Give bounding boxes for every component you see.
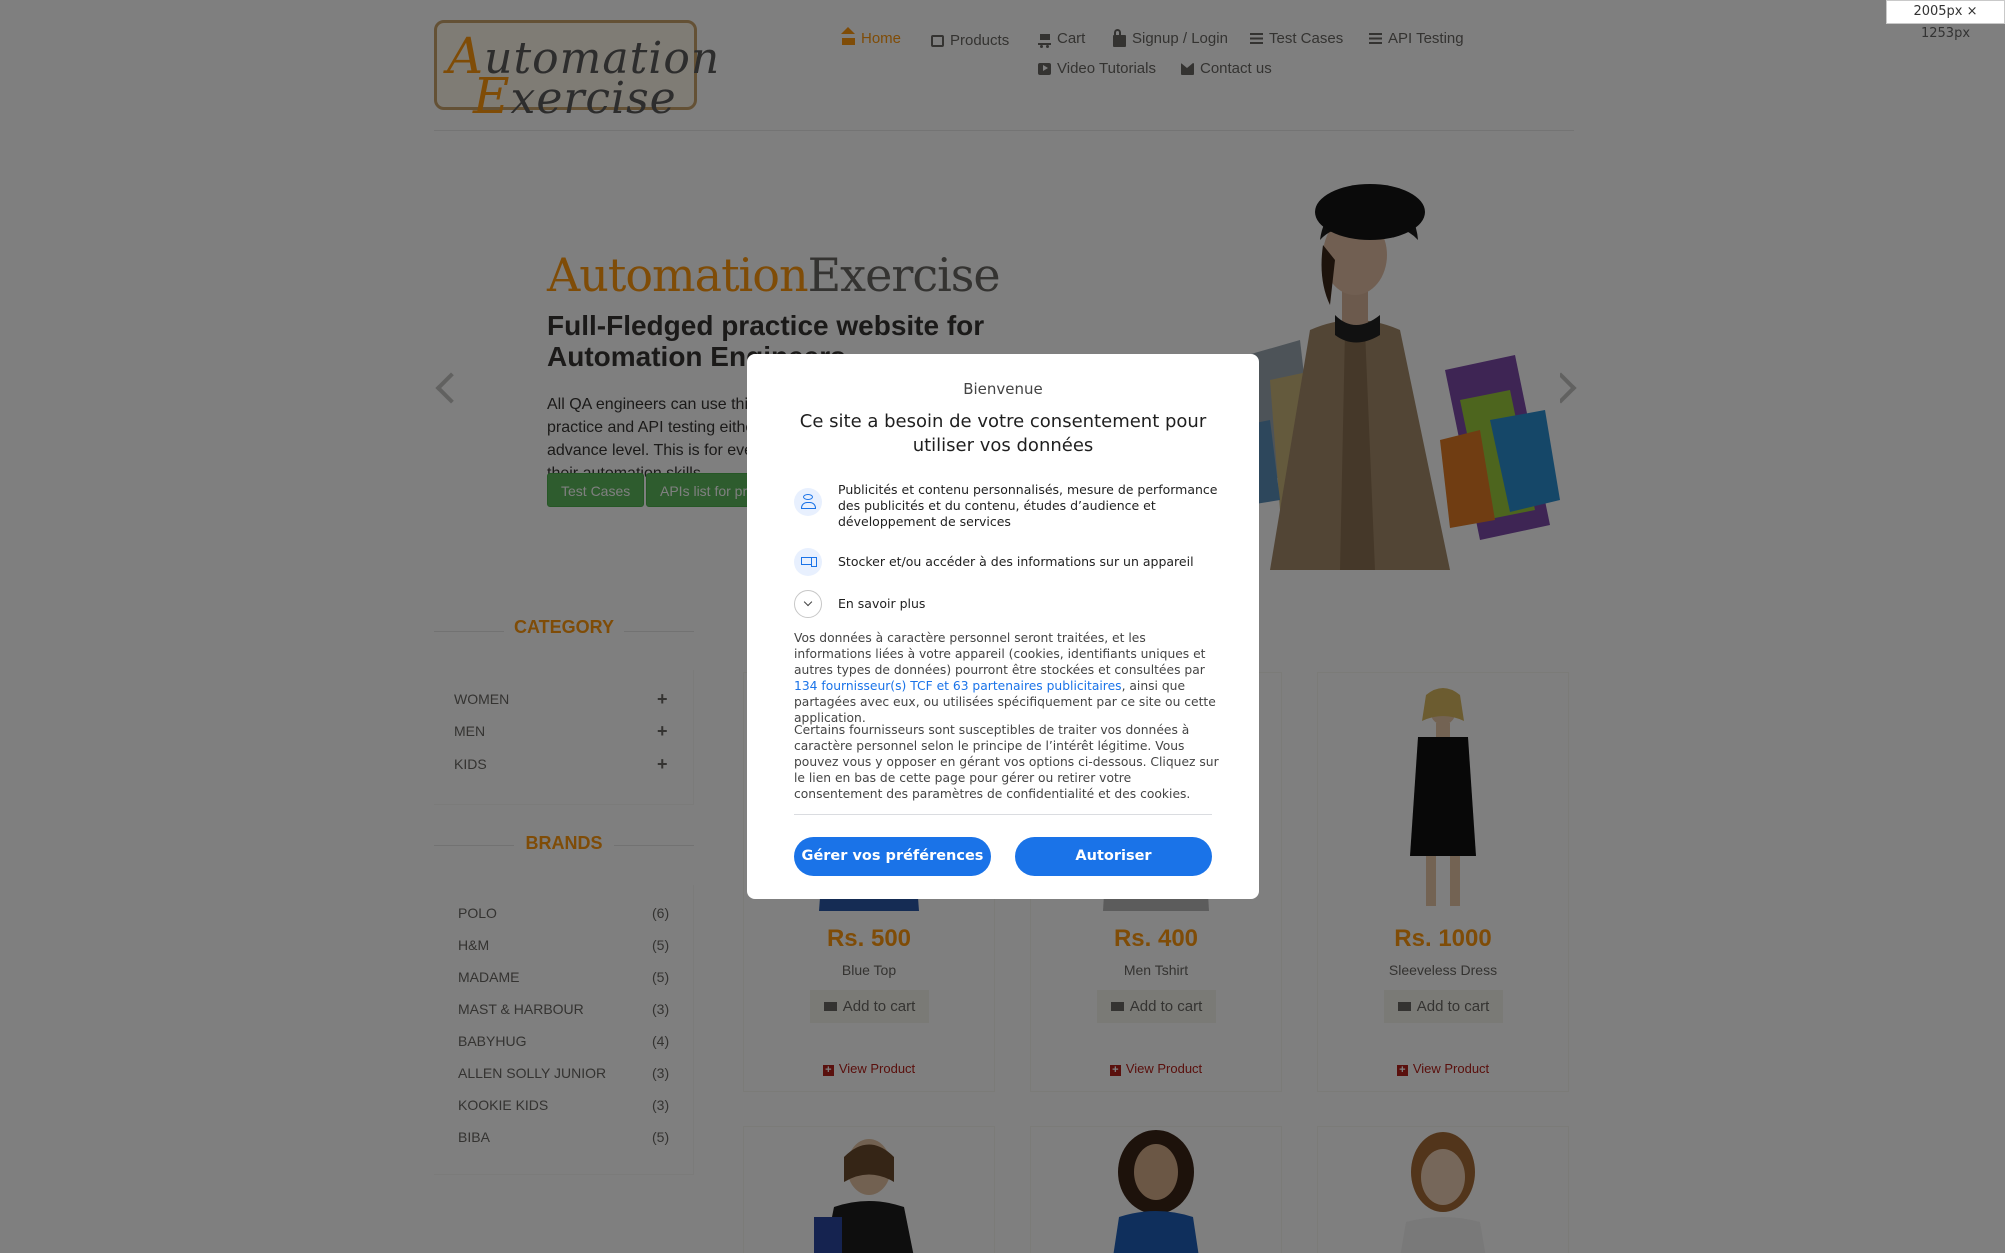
purpose-ads-text: Publicités et contenu personnalisés, mes… [838, 482, 1218, 529]
vendors-link[interactable]: 134 fournisseur(s) TCF et 63 partenaires… [794, 679, 1122, 693]
consent-welcome: Bienvenue [963, 380, 1043, 398]
consent-paragraph-2: Certains fournisseurs sont susceptibles … [794, 723, 1219, 801]
accept-button[interactable]: Autoriser [1015, 837, 1212, 876]
learn-more-toggle[interactable]: En savoir plus [838, 596, 1218, 612]
chevron-down-icon[interactable] [794, 590, 822, 618]
person-icon [794, 488, 822, 516]
consent-title: Ce site a besoin de votre consentement p… [799, 411, 1207, 456]
manage-preferences-button[interactable]: Gérer vos préférences [794, 837, 991, 876]
consent-paragraph-1: Vos données à caractère personnel seront… [794, 631, 1216, 725]
size-tag: 2005px × 1253px [1886, 0, 2005, 41]
purpose-device-text: Stocker et/ou accéder à des informations… [838, 554, 1194, 569]
consent-divider [794, 814, 1212, 815]
device-icon [794, 548, 822, 576]
consent-dialog: Bienvenue Ce site a besoin de votre cons… [747, 354, 1259, 899]
